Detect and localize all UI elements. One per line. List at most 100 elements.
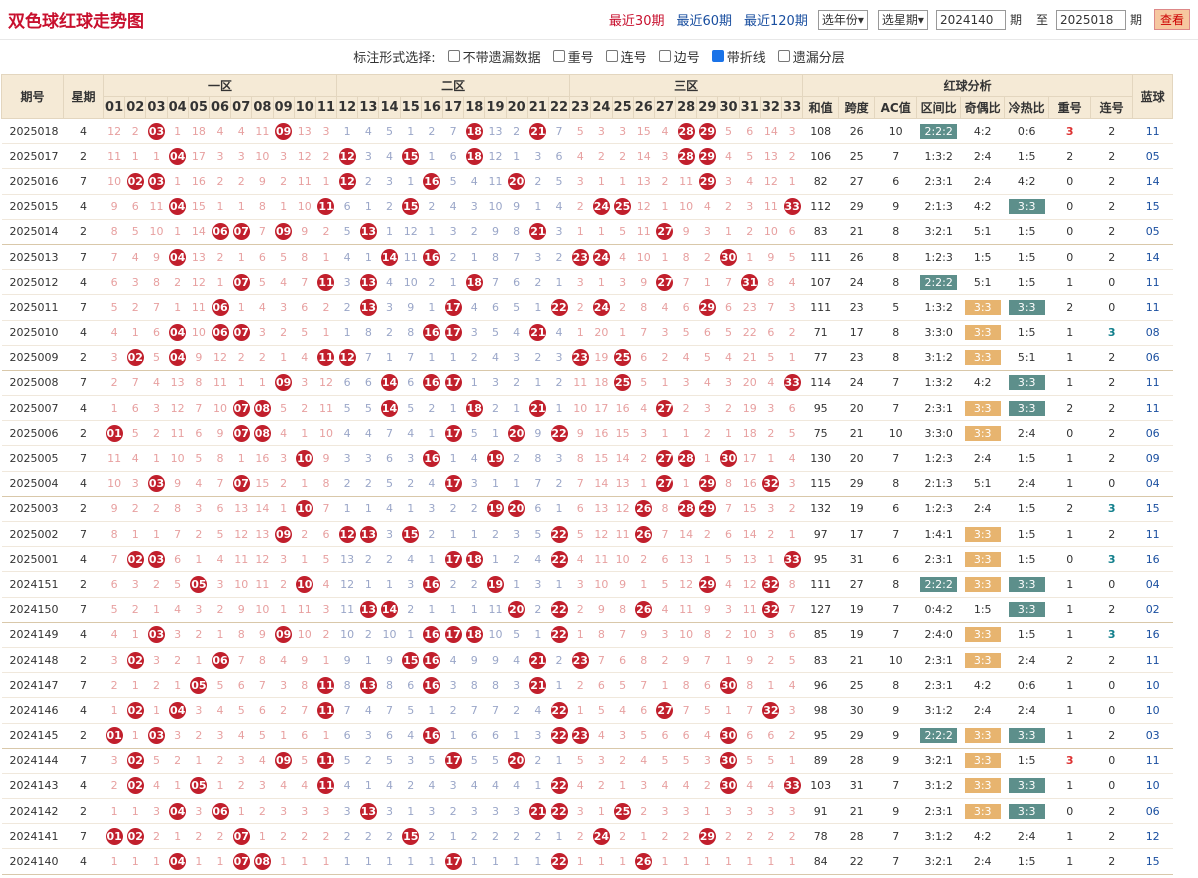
- num-cell: 19: [484, 496, 507, 523]
- analysis-zone: 2:1:3: [916, 471, 961, 497]
- option-1[interactable]: 重号: [552, 47, 594, 66]
- num-cell: 8: [378, 672, 401, 699]
- checkbox-icon[interactable]: [605, 50, 618, 62]
- red-ball: 24: [592, 298, 610, 316]
- num-cell: 2: [315, 622, 337, 648]
- red-ball: 15: [402, 198, 420, 216]
- link-recent-60[interactable]: 最近60期: [676, 10, 732, 29]
- analysis-sum: 85: [802, 622, 839, 648]
- year-select[interactable]: 选年份 ▾: [817, 9, 868, 30]
- blue-cell: 11: [1132, 647, 1173, 674]
- option-4[interactable]: 带折线: [711, 47, 766, 66]
- num-cell: 33: [781, 370, 803, 397]
- week-cell: 4: [63, 773, 104, 800]
- num-cell: 2: [209, 597, 231, 623]
- col-num: 09: [272, 96, 295, 119]
- num-cell: 2: [527, 168, 549, 195]
- checkbox-icon[interactable]: [658, 50, 671, 62]
- num-cell: 22: [739, 320, 761, 346]
- num-cell: 2: [294, 823, 316, 850]
- option-2[interactable]: 连号: [605, 47, 647, 66]
- analysis-sum: 97: [802, 521, 839, 548]
- checkbox-icon[interactable]: [447, 50, 460, 62]
- num-cell: 4: [612, 697, 634, 724]
- num-cell: 1: [145, 597, 168, 623]
- analysis-con: 2: [1090, 395, 1133, 422]
- option-5[interactable]: 遗漏分层: [777, 47, 845, 66]
- num-cell: 4: [209, 546, 231, 573]
- option-3[interactable]: 边号: [658, 47, 700, 66]
- num-cell: 5: [209, 672, 231, 699]
- col-hc: 冷热比: [1004, 96, 1050, 119]
- num-cell: 1: [569, 320, 591, 346]
- num-cell: 10: [484, 194, 507, 220]
- link-recent-120[interactable]: 最近120期: [744, 10, 808, 29]
- num-cell: 1: [230, 294, 252, 321]
- checkbox-icon[interactable]: [711, 50, 724, 62]
- red-ball: 06: [211, 802, 229, 820]
- num-cell: 6: [717, 294, 740, 321]
- red-ball: 28: [677, 450, 695, 468]
- num-cell: 10: [739, 622, 761, 648]
- table-row: 2024150 7 5 2 1 4 3 2 9 10 1 11 3 11 13 14 2 1 1 1 11 20 2 22 2 9…: [1, 597, 1173, 623]
- red-ball: 17: [444, 424, 462, 442]
- num-cell: 06: [209, 647, 231, 674]
- analysis-zone: 3:1:2: [916, 345, 961, 371]
- analysis-sum: 83: [802, 219, 839, 245]
- checkbox-icon[interactable]: [777, 50, 790, 62]
- table-row: 2025007 4 1 6 3 12 7 10 07 08 5 2 11 5 5 14 5 2 1 18 2 1 21 1 10…: [1, 395, 1173, 422]
- num-cell: 1: [124, 320, 146, 346]
- num-cell: 2: [548, 370, 570, 397]
- analysis-zone: 3:1:2: [916, 773, 961, 800]
- num-cell: 3: [506, 345, 528, 371]
- analysis-hc: 3:3: [1004, 370, 1049, 397]
- num-cell: 3: [590, 748, 612, 774]
- num-cell: 3: [548, 219, 570, 245]
- num-cell: 1: [209, 622, 231, 648]
- trend-table: 期号 星期 一区 二区 三区 红球分析 蓝球 01 02 03 04 05 06 07 08 09 10 11 12…: [1, 74, 1174, 875]
- analysis-hc: 5:1: [1004, 345, 1049, 371]
- num-cell: 17: [442, 748, 464, 774]
- num-cell: 13: [357, 521, 379, 548]
- num-cell: 10: [612, 546, 634, 573]
- num-cell: 1: [548, 748, 570, 774]
- red-ball: 04: [169, 147, 187, 165]
- from-period-input[interactable]: 2024140: [935, 9, 1006, 30]
- analysis-oe: 2:4: [960, 697, 1005, 724]
- red-ball: 33: [783, 374, 801, 392]
- num-cell: 8: [294, 244, 316, 271]
- num-cell: 2: [548, 244, 570, 271]
- analysis-sum: 96: [802, 672, 839, 699]
- hot-cold-tag: 3:3: [1008, 778, 1045, 794]
- col-period[interactable]: 期号: [1, 74, 64, 119]
- checkbox-icon[interactable]: [552, 50, 565, 62]
- period-cell: 2024140: [1, 848, 64, 875]
- top-bar: 双色球红球走势图 最近30期 最近60期 最近120期 选年份 ▾ 选星期 ▾ 20…: [0, 0, 1198, 40]
- option-0[interactable]: 不带遗漏数据: [447, 47, 541, 66]
- red-ball: 32: [762, 601, 780, 619]
- link-recent-30[interactable]: 最近30期: [609, 10, 665, 29]
- num-cell: 2: [209, 748, 231, 774]
- red-ball: 16: [423, 727, 441, 745]
- table-row: 2024149 4 4 1 03 3 2 1 8 9 09 10 2 10 2 10 1 16 17 18 10 5 1 22…: [1, 622, 1173, 648]
- col-zone: 区间比: [916, 96, 962, 119]
- num-cell: 1: [612, 848, 634, 875]
- red-ball: 16: [423, 651, 441, 669]
- num-cell: 2: [696, 773, 718, 800]
- num-cell: 04: [167, 194, 189, 220]
- red-ball: 27: [656, 475, 674, 493]
- num-cell: 9: [612, 571, 634, 598]
- analysis-hc: 1:5: [1004, 269, 1049, 296]
- num-cell: 4: [273, 269, 295, 296]
- num-cell: 33: [781, 546, 803, 573]
- analysis-span: 29: [838, 723, 875, 749]
- num-cell: 22: [548, 798, 570, 825]
- num-cell: 10: [294, 571, 316, 598]
- num-cell: 8: [103, 521, 125, 548]
- num-cell: 10: [294, 194, 316, 220]
- num-cell: 1: [400, 118, 422, 145]
- weekday-select[interactable]: 选星期 ▾: [877, 9, 928, 30]
- query-button[interactable]: 查看: [1153, 9, 1190, 30]
- to-period-input[interactable]: 2025018: [1055, 9, 1126, 30]
- analysis-con: 2: [1090, 597, 1133, 623]
